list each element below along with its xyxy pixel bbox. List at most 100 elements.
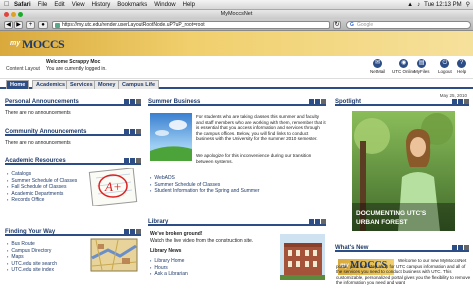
spotlight-caption-line1: DOCUMENTING UTC'S (356, 210, 427, 217)
community-announcements-header: Community Announcements (5, 128, 141, 136)
minimize-icon[interactable] (315, 99, 320, 104)
help-link[interactable]: ? Help (457, 59, 466, 74)
online-icon: ◉ (399, 59, 409, 68)
zoom-window-button[interactable] (18, 12, 23, 17)
close-icon[interactable] (464, 245, 469, 250)
edit-icon[interactable] (309, 219, 314, 224)
clock[interactable]: Tue 12:13 PM (424, 0, 461, 10)
volume-icon[interactable]: ♪ (417, 0, 420, 10)
logo-prefix: my (10, 40, 21, 47)
forward-button[interactable]: ▶ (14, 21, 23, 29)
mymoccs-logo[interactable]: my MOCCS (10, 37, 72, 51)
minimize-icon[interactable] (130, 158, 135, 163)
library-building-image (280, 234, 325, 280)
close-icon[interactable] (321, 219, 326, 224)
spotlight-search-icon[interactable]: ⚲ (466, 0, 470, 10)
portlet-title: Community Announcements (5, 129, 87, 135)
academic-links: Catalogs Summer Schedule of Classes Fall… (7, 171, 77, 204)
tab-money[interactable]: Money (94, 80, 120, 89)
community-announcements-text: There are no announcements (5, 140, 71, 146)
search-field[interactable]: G Google (346, 21, 471, 29)
link-records-office[interactable]: Records Office (7, 197, 77, 204)
minimize-icon[interactable] (458, 99, 463, 104)
netmail-label: NetMail (370, 69, 386, 74)
summer-business-apology: We apologize for this inconvenience duri… (196, 153, 312, 164)
whats-new-text: Welcome to our new MyMoccsNet portal, yo… (336, 258, 471, 285)
library-subtext[interactable]: Watch the live video from the constructi… (150, 238, 253, 244)
spotlight-header: Spotlight (335, 98, 469, 106)
edit-icon[interactable] (124, 129, 129, 134)
edit-icon[interactable] (452, 99, 457, 104)
link-ask-librarian[interactable]: Ask a Librarian (150, 271, 187, 278)
myfiles-link[interactable]: ▤ MyFiles (414, 59, 430, 74)
logout-link[interactable]: ⏻ Logout (438, 59, 452, 74)
link-library-home[interactable]: Library Home (150, 258, 188, 265)
close-icon[interactable] (464, 99, 469, 104)
whats-new-header: What's New (335, 244, 469, 252)
minimize-icon[interactable] (458, 245, 463, 250)
browser-toolbar: ◀ ▶ + ● https://my.utc.edu/render.userLa… (0, 19, 473, 31)
add-bookmark-button[interactable]: + (26, 21, 35, 29)
menu-view[interactable]: View (72, 0, 85, 10)
reload-button[interactable]: ↻ (333, 21, 341, 29)
minimize-window-button[interactable] (11, 12, 16, 17)
edit-icon[interactable] (309, 99, 314, 104)
site-favicon-icon (55, 23, 60, 28)
portlet-title: Spotlight (335, 99, 361, 105)
content-layout-link[interactable]: Content Layout (6, 66, 40, 72)
close-icon[interactable] (136, 99, 141, 104)
menu-history[interactable]: History (92, 0, 111, 10)
spotlight-caption-line2: URBAN FOREST (356, 219, 408, 226)
portlet-controls (124, 157, 141, 163)
summer-business-text: For students who are taking classes this… (196, 114, 326, 142)
url-text: https://my.utc.edu/render.userLayoutRoot… (62, 22, 205, 28)
close-icon[interactable] (321, 99, 326, 104)
utc-online-link[interactable]: ◉ UTC Online (392, 59, 416, 74)
tab-services[interactable]: Services (66, 80, 97, 89)
portlet-title: Academic Resources (5, 158, 66, 164)
link-student-information[interactable]: Student Information for the Spring and S… (150, 188, 259, 195)
wifi-icon[interactable]: ▲ (407, 0, 413, 10)
close-icon[interactable] (136, 129, 141, 134)
minimize-icon[interactable] (315, 219, 320, 224)
menu-edit[interactable]: Edit (54, 0, 64, 10)
tab-campus-life[interactable]: Campus Life (118, 80, 160, 89)
menu-bookmarks[interactable]: Bookmarks (117, 0, 147, 10)
logo-text: MOCCS (22, 37, 65, 51)
portlet-controls (124, 98, 141, 104)
menu-help[interactable]: Help (183, 0, 195, 10)
edit-icon[interactable] (452, 245, 457, 250)
portlet-controls (124, 128, 141, 134)
portlet-controls (309, 218, 326, 224)
search-placeholder: Google (357, 22, 374, 28)
menu-safari[interactable]: Safari (14, 0, 31, 10)
close-icon[interactable] (136, 229, 141, 234)
logout-label: Logout (438, 69, 452, 74)
link-site-index[interactable]: UTC.edu site index (7, 267, 57, 274)
close-icon[interactable] (136, 158, 141, 163)
main-tabs: Home Academics Services Money Campus Lif… (0, 79, 473, 89)
menu-file[interactable]: File (38, 0, 48, 10)
google-icon: G (350, 22, 354, 28)
welcome-name: Welcome Scrappy Moc (46, 59, 101, 65)
menu-window[interactable]: Window (154, 0, 175, 10)
edit-icon[interactable] (124, 99, 129, 104)
tab-home[interactable]: Home (6, 80, 30, 89)
edit-icon[interactable] (124, 229, 129, 234)
edit-icon[interactable] (124, 158, 129, 163)
netmail-link[interactable]: ✉ NetMail (370, 59, 385, 74)
login-status: You are currently logged in. (46, 66, 107, 72)
minimize-icon[interactable] (130, 99, 135, 104)
minimize-icon[interactable] (130, 229, 135, 234)
close-window-button[interactable] (4, 12, 9, 17)
tab-academics[interactable]: Academics (32, 80, 70, 89)
portlet-title: Personal Announcements (5, 99, 79, 105)
summer-business-header: Summer Business (148, 98, 326, 106)
apple-icon[interactable]:  (4, 0, 9, 10)
minimize-icon[interactable] (130, 129, 135, 134)
address-bar[interactable]: https://my.utc.edu/render.userLayoutRoot… (52, 21, 330, 29)
portlet-title: Summer Business (148, 99, 201, 105)
back-button[interactable]: ◀ (4, 21, 13, 29)
utc-online-label: UTC Online (392, 69, 416, 74)
svg-text:A+: A+ (104, 179, 122, 194)
